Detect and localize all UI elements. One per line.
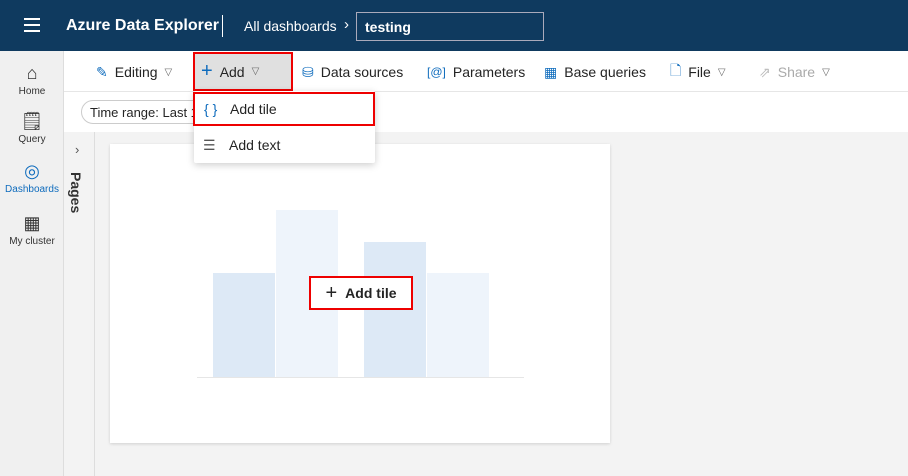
home-icon: ⌂ — [26, 63, 38, 83]
chevron-down-icon: ▽ — [822, 66, 830, 78]
plus-icon: + — [201, 60, 213, 82]
divider — [222, 15, 223, 37]
dashboard-icon: ◎ — [24, 161, 40, 181]
dashboard-name-input[interactable] — [356, 12, 544, 41]
left-rail: ⌂ Home 🗒 Query ◎ Dashboards ▦ My cluster — [0, 51, 64, 476]
label: Base queries — [564, 64, 646, 80]
label: File — [688, 64, 711, 80]
parameters-button[interactable]: [@] Parameters — [421, 57, 531, 87]
rail-item-query[interactable]: 🗒 Query — [0, 111, 64, 145]
hamburger-icon[interactable] — [24, 18, 40, 36]
toolbar: ✎ Editing ▽ + Add ▽ ⛁ Data sources [@] Paramet… — [64, 51, 908, 92]
query-icon: 🗒 — [20, 111, 44, 131]
parameters-icon: [@] — [427, 65, 446, 79]
label: Data sources — [320, 64, 404, 80]
label: Add tile — [345, 285, 397, 301]
app-title: Azure Data Explorer — [66, 17, 219, 34]
rail-item-dashboards[interactable]: ◎ Dashboards — [0, 161, 64, 195]
rail-label: My cluster — [9, 236, 55, 247]
menu-item-add-tile[interactable]: { } Add tile — [193, 92, 375, 126]
editing-button[interactable]: ✎ Editing ▽ — [90, 57, 178, 87]
label: Add — [219, 63, 245, 80]
label: Add tile — [230, 101, 277, 117]
rail-label: Dashboards — [5, 184, 59, 195]
add-dropdown-menu: { } Add tile ☰ Add text — [193, 91, 375, 163]
label: Editing — [114, 64, 158, 80]
filter-bar: Time range: Last 1 — [64, 92, 908, 132]
pages-pane: › Pages — [64, 132, 95, 476]
plus-icon: + — [325, 281, 338, 304]
placeholder-bar — [427, 273, 489, 378]
expand-pages-icon[interactable]: › — [75, 142, 79, 157]
share-icon: ⇗ — [759, 63, 771, 80]
pages-label: Pages — [68, 172, 84, 214]
file-button[interactable]: 🗋 File ▽ — [664, 57, 732, 87]
database-icon: ⛁ — [302, 63, 314, 80]
label: Add text — [229, 137, 281, 153]
breadcrumb-all-dashboards[interactable]: All dashboards — [244, 18, 337, 34]
rail-item-my-cluster[interactable]: ▦ My cluster — [0, 213, 64, 247]
label: Share — [777, 64, 816, 80]
file-icon: 🗋 — [670, 62, 682, 78]
label: Parameters — [452, 64, 526, 80]
header-bar: Azure Data Explorer All dashboards › — [0, 0, 908, 51]
rail-label: Query — [18, 134, 46, 145]
rail-label: Home — [18, 86, 46, 97]
cluster-icon: ▦ — [23, 213, 41, 233]
pencil-icon: ✎ — [96, 63, 108, 80]
base-queries-button[interactable]: ▦ Base queries — [538, 57, 652, 87]
chevron-right-icon: › — [344, 16, 349, 33]
share-button[interactable]: ⇗ Share ▽ — [753, 57, 836, 87]
placeholder-bar — [213, 273, 275, 378]
chevron-down-icon: ▽ — [164, 66, 173, 78]
placeholder-bar — [364, 242, 426, 378]
add-button[interactable]: + Add ▽ — [193, 52, 293, 91]
text-add-icon: ☰ — [203, 136, 216, 153]
menu-item-add-text[interactable]: ☰ Add text — [194, 129, 375, 161]
add-tile-button[interactable]: + Add tile — [309, 276, 413, 310]
base-queries-icon: ▦ — [544, 63, 558, 80]
chevron-down-icon: ▽ — [717, 66, 726, 78]
data-sources-button[interactable]: ⛁ Data sources — [296, 57, 409, 87]
chevron-down-icon: ▽ — [251, 66, 260, 77]
placeholder-axis — [197, 377, 524, 378]
rail-item-home[interactable]: ⌂ Home — [0, 63, 64, 97]
braces-icon: { } — [204, 101, 218, 117]
empty-dashboard-canvas: + Add tile — [110, 144, 610, 443]
